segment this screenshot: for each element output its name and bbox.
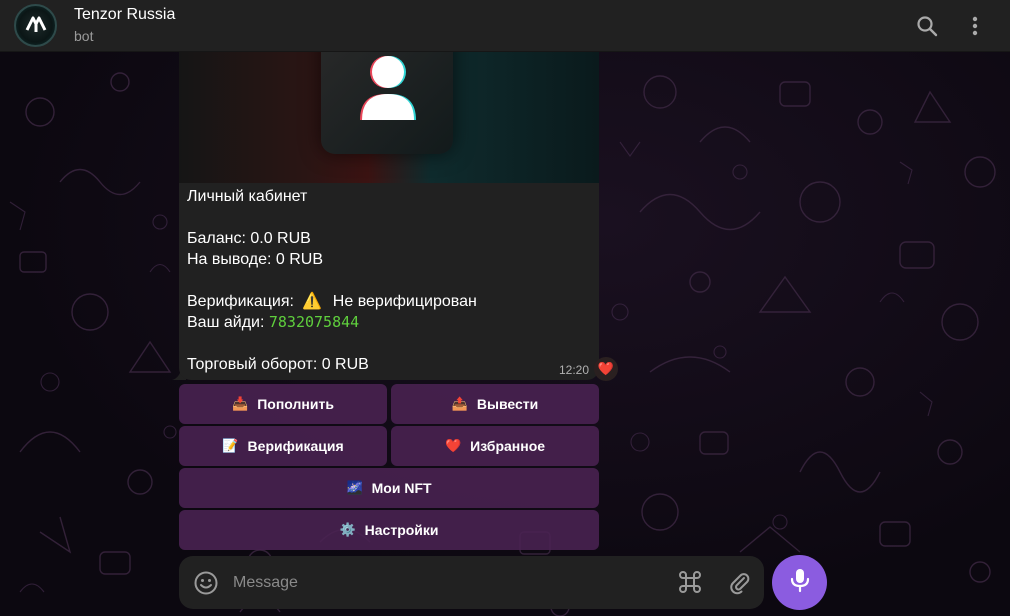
my-nft-label: Мои NFT	[371, 480, 432, 496]
gear-icon: ⚙️	[339, 522, 356, 537]
heart-icon: ❤️	[444, 438, 462, 453]
cabinet-title: Личный кабинет	[187, 188, 308, 205]
warning-icon: ⚠️	[302, 293, 323, 310]
chat-header: Tenzor Russia bot	[0, 0, 1010, 52]
withdrawal-line: На выводе: 0 RUB	[187, 251, 324, 268]
settings-label: Настройки	[364, 522, 439, 538]
my-nft-button[interactable]: 🌌 Мои NFT	[179, 468, 599, 508]
heart-reaction[interactable]: ❤️	[594, 357, 618, 381]
balance-line: Баланс: 0.0 RUB	[187, 230, 311, 247]
message-bubble[interactable]: Личный кабинет Баланс: 0.0 RUB На выводе…	[179, 52, 599, 380]
id-line: Ваш айди: 7832075844	[187, 312, 591, 333]
microphone-icon	[789, 567, 811, 598]
deposit-label: Пополнить	[257, 396, 334, 412]
chat-title-block[interactable]: Tenzor Russia bot	[74, 6, 175, 44]
settings-button[interactable]: ⚙️ Настройки	[179, 510, 599, 550]
memo-icon: 📝	[222, 438, 239, 453]
message-text: Личный кабинет Баланс: 0.0 RUB На выводе…	[187, 186, 591, 375]
milky-way-icon: 🌌	[346, 480, 363, 495]
message-time: 12:20	[559, 363, 590, 377]
command-icon[interactable]	[677, 569, 703, 600]
verification-button[interactable]: 📝 Верификация	[179, 426, 387, 466]
chat-title: Tenzor Russia	[74, 6, 176, 23]
message-input[interactable]	[233, 572, 653, 594]
withdraw-label: Вывести	[476, 396, 539, 412]
message-photo[interactable]	[179, 52, 599, 183]
verification-status: Не верифицирован	[332, 293, 477, 310]
favorites-button[interactable]: ❤️ Избранное	[391, 426, 599, 466]
heart-icon: ❤️	[597, 361, 615, 376]
inbox-tray-icon: 📥	[232, 396, 249, 411]
microphone-button[interactable]	[772, 555, 827, 610]
verification-line: Верификация: ⚠️ Не верифицирован	[187, 291, 591, 312]
deposit-button[interactable]: 📥 Пополнить	[179, 384, 387, 424]
user-id-value[interactable]: 7832075844	[269, 313, 359, 331]
user-silhouette-icon	[355, 52, 421, 127]
more-vertical-icon[interactable]	[962, 13, 988, 39]
verification-button-label: Верификация	[247, 438, 344, 454]
message-composer	[179, 556, 764, 609]
turnover-line: Торговый оборот: 0 RUB	[187, 356, 369, 373]
withdraw-button[interactable]: 📤 Вывести	[391, 384, 599, 424]
verification-label: Верификация:	[187, 293, 294, 310]
tenzor-logo-icon	[23, 10, 49, 41]
id-label: Ваш айди:	[187, 314, 265, 331]
smile-icon[interactable]	[193, 570, 219, 601]
chat-subtitle: bot	[74, 28, 94, 44]
outbox-tray-icon: 📤	[451, 396, 468, 411]
chat-avatar[interactable]	[14, 4, 57, 47]
paperclip-icon[interactable]	[726, 569, 752, 600]
favorites-label: Избранное	[470, 438, 546, 454]
search-icon[interactable]	[914, 13, 940, 39]
